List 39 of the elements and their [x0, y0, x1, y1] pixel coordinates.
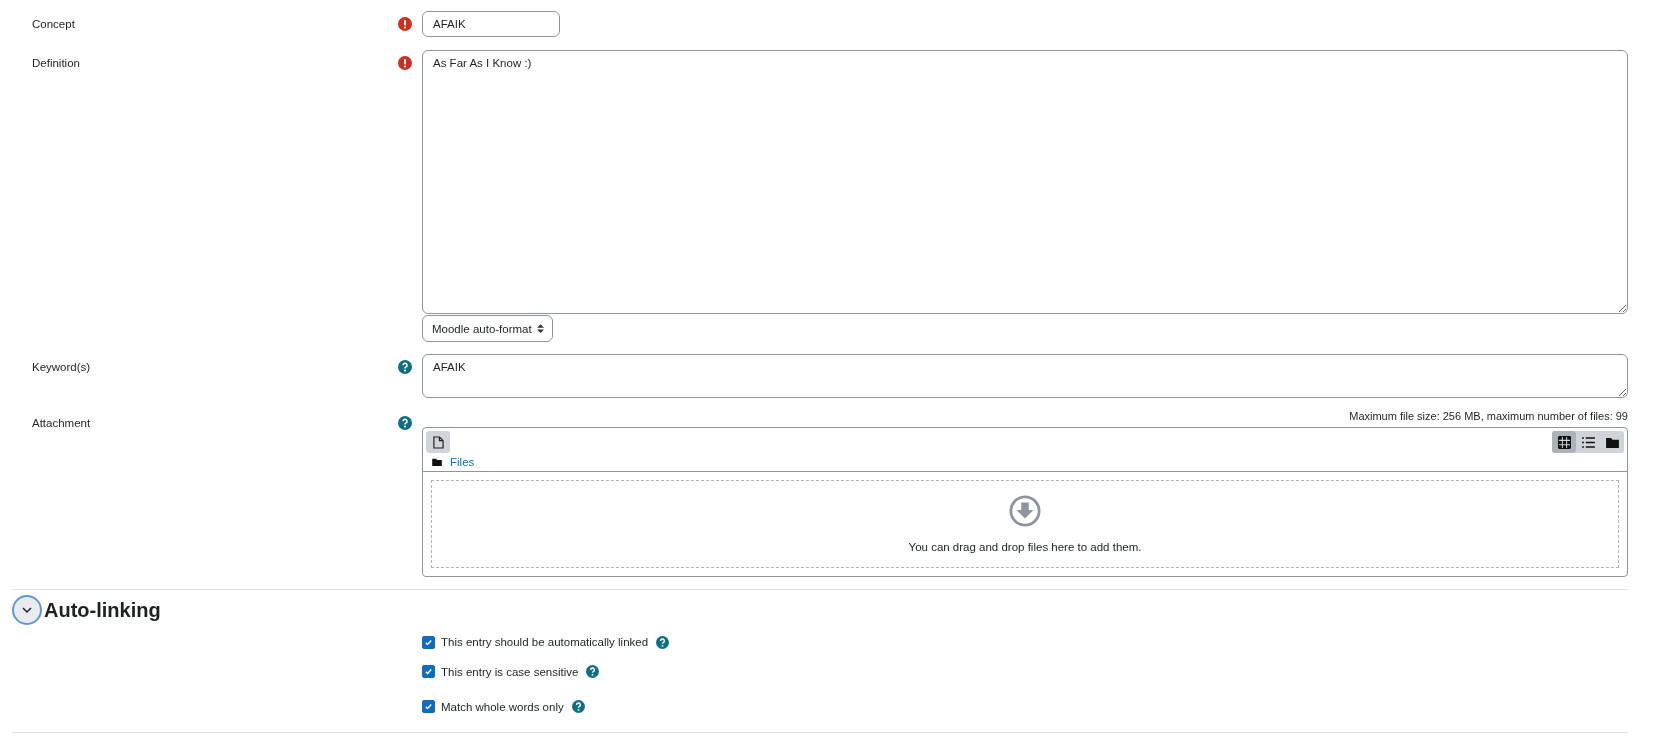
grid-icon: [1557, 435, 1571, 449]
file-limits-text: Maximum file size: 256 MB, maximum number of files: 99: [1349, 410, 1628, 424]
checkbox[interactable]: [422, 635, 435, 649]
collapse-toggle-button[interactable]: [12, 595, 42, 625]
field-label: Concept: [32, 18, 75, 30]
checkbox[interactable]: [422, 700, 435, 713]
required-icon: [398, 56, 412, 70]
file-icon: [432, 435, 444, 449]
help-icon[interactable]: [656, 635, 670, 649]
field-label: Definition: [32, 57, 80, 69]
chevron-down-icon: [22, 605, 32, 615]
checkbox-label: This entry should be automatically linked: [441, 636, 649, 648]
add-file-button[interactable]: [426, 431, 450, 453]
section-heading: Auto-linking: [44, 598, 161, 622]
folder-icon: [432, 458, 442, 466]
keywords-textarea[interactable]: AFAIK: [422, 354, 1628, 398]
checkmark-icon: [424, 667, 433, 676]
checkmark-icon: [424, 702, 433, 711]
concept-input[interactable]: AFAIK: [422, 11, 560, 37]
folder-icon: [1605, 436, 1619, 448]
view-button[interactable]: [1552, 431, 1576, 453]
drop-hint-text: You can drag and drop files here to add them.: [908, 541, 1142, 553]
field-label: Keyword(s): [32, 361, 91, 373]
checkbox[interactable]: [422, 665, 435, 678]
required-icon: [398, 17, 412, 31]
sort-caret-icon: [536, 324, 544, 333]
help-icon[interactable]: [571, 700, 585, 713]
help-icon[interactable]: [398, 416, 412, 430]
list-icon: [1581, 436, 1595, 448]
definition-textarea[interactable]: As Far As I Know :): [422, 50, 1628, 314]
drop-zone[interactable]: You can drag and drop files here to add them.: [431, 480, 1619, 568]
help-icon[interactable]: [398, 360, 412, 374]
checkbox-label: This entry is case sensitive: [441, 665, 579, 678]
format-dropdown[interactable]: Moodle auto-format: [422, 315, 553, 342]
field-label: Attachment: [32, 417, 91, 429]
checkmark-icon: [424, 637, 433, 647]
checkbox-label: Match whole words only: [441, 700, 564, 713]
help-icon[interactable]: [586, 665, 600, 678]
files-path-link[interactable]: Files: [450, 456, 475, 468]
